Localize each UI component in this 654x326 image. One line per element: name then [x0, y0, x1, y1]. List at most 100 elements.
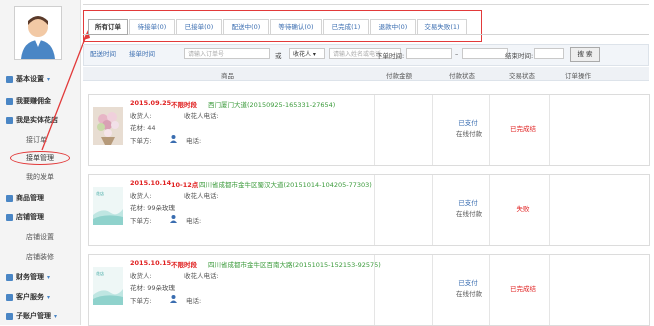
chevron-down-icon: ▾ [47, 293, 51, 301]
filter-bar: 配送时间 接单时间 请输入订单号 或 收花人 ▾ 请输入姓名或电话 下单时间: … [83, 44, 649, 66]
pay-method: 在线付款 [456, 290, 482, 298]
chevron-down-icon: ▾ [47, 75, 51, 83]
divider [374, 255, 375, 325]
receiver-phone-label: 收花人电话: [184, 272, 219, 280]
nav-group-finance[interactable]: 财务管理 ▾ [6, 272, 50, 282]
receiver-label: 收货人: [130, 112, 152, 120]
nav-group-commission[interactable]: 我要赚佣金 [6, 96, 51, 106]
nav-group-sub-accounts[interactable]: 子账户管理 ▾ [6, 311, 57, 321]
order-date: 2015.10.14 [130, 179, 172, 187]
finance-icon [6, 273, 13, 281]
divider [549, 175, 550, 245]
chevron-down-icon: ▾ [54, 312, 58, 320]
nav-group-products[interactable]: 商品管理 [6, 193, 44, 203]
shop-icon [6, 116, 13, 124]
order-time-slot: 不限时段 [171, 261, 197, 269]
divider [432, 95, 433, 165]
svg-text:花店: 花店 [96, 270, 104, 276]
col-trade-status: 交易状态 [509, 72, 535, 80]
sidebar-item-order-management[interactable]: 接单管理 [10, 151, 70, 165]
order-time-slot: 10-12点 [171, 181, 199, 189]
users-icon [6, 312, 13, 320]
receiver-phone-label: 收花人电话: [184, 112, 219, 120]
sidebar: 基本设置 ▾ 我要赚佣金 我是实体花店 接订单 接单管理 我的发单 商品管理 店铺… [0, 0, 81, 325]
orderer-label: 下单方: [130, 137, 152, 145]
sidebar-item-store-decor[interactable]: 店铺装修 [26, 252, 54, 262]
delivery-time-button[interactable]: 配送时间 [90, 48, 116, 60]
pay-method: 在线付款 [456, 210, 482, 218]
order-address[interactable]: 四川省成都市金牛区百南大路(20151015-152153-92575) [208, 259, 381, 269]
tab-completed[interactable]: 已完成(1) [323, 19, 369, 35]
col-actions: 订单操作 [565, 72, 591, 80]
order-time-button[interactable]: 接单时间 [129, 48, 155, 60]
phone-label: 电话: [186, 137, 202, 145]
nav-group-customer-service[interactable]: 客户服务 ▾ [6, 292, 50, 302]
tab-refunding[interactable]: 退款中(0) [370, 19, 416, 35]
pay-status[interactable]: 已支付 [453, 117, 483, 127]
product-image[interactable] [93, 107, 123, 145]
divider [549, 255, 550, 325]
trade-status: 已完成结 [510, 285, 536, 293]
flower-material: 花材: 99朵玫瑰 [130, 204, 176, 212]
search-button[interactable]: 搜 索 [570, 47, 600, 62]
end-date-input[interactable] [462, 48, 508, 59]
product-icon [6, 194, 13, 202]
avatar[interactable] [14, 6, 62, 60]
tab-all-orders[interactable]: 所有订单 [88, 19, 128, 35]
col-pay-status: 付款状态 [449, 72, 475, 80]
product-placeholder-icon: 花店 [93, 267, 123, 305]
support-icon [6, 293, 13, 301]
person-icon [170, 215, 177, 223]
person-icon [170, 135, 177, 143]
tab-accepted[interactable]: 已接单(0) [176, 19, 222, 35]
start-date-input[interactable] [406, 48, 452, 59]
pay-status[interactable]: 已支付 [453, 197, 483, 207]
trade-status: 已完成结 [510, 125, 536, 133]
sidebar-item-take-order[interactable]: 接订单 [26, 135, 47, 145]
phone-label: 电话: [186, 297, 202, 305]
divider [432, 175, 433, 245]
start-date-label: 下单时间: [376, 52, 405, 60]
order-card: 花店 2015.10.15 不限时段 四川省成都市金牛区百南大路(2015101… [88, 254, 650, 326]
order-address[interactable]: 四川省成都市金牛区蜀汉大道(20151014-104205-77303) [199, 179, 372, 189]
divider [489, 95, 490, 165]
divider [432, 255, 433, 325]
order-date: 2015.10.15 [130, 259, 172, 267]
or-label: 或 [275, 52, 282, 60]
chevron-down-icon: ▾ [47, 273, 51, 281]
store-icon [6, 213, 13, 221]
product-image[interactable]: 花店 [93, 187, 123, 225]
sidebar-item-store-settings[interactable]: 店铺设置 [26, 232, 54, 242]
nav-group-basic[interactable]: 基本设置 ▾ [6, 74, 50, 84]
receiver-select[interactable]: 收花人 ▾ [289, 48, 325, 59]
product-image[interactable]: 花店 [93, 267, 123, 305]
divider [489, 255, 490, 325]
tab-pending[interactable]: 待接单(0) [129, 19, 175, 35]
top-border [83, 4, 649, 5]
order-card: 花店 2015.10.14 10-12点 四川省成都市金牛区蜀汉大道(20151… [88, 174, 650, 246]
nav-group-florist[interactable]: 我是实体花店 [6, 115, 58, 125]
receiver-label: 收货人: [130, 272, 152, 280]
tab-awaiting-confirm[interactable]: 等待确认(0) [270, 19, 322, 35]
order-time-slot: 不限时段 [171, 101, 197, 109]
tab-failed[interactable]: 交易失败(1) [417, 19, 467, 35]
order-address[interactable]: 西门厦门大道(20150925-165331-27654) [208, 99, 335, 109]
tab-delivering[interactable]: 配送中(0) [223, 19, 269, 35]
settings-icon [6, 75, 13, 83]
money-icon [6, 97, 13, 105]
col-amount: 付款金额 [386, 72, 412, 80]
order-date: 2015.09.25 [130, 99, 172, 107]
end-time-input[interactable] [534, 48, 564, 59]
orderer-label: 下单方: [130, 297, 152, 305]
col-product: 商品 [221, 72, 234, 80]
person-icon [170, 295, 177, 303]
order-number-input[interactable]: 请输入订单号 [184, 48, 270, 59]
sidebar-item-my-orders[interactable]: 我的发单 [26, 172, 54, 182]
pay-status[interactable]: 已支付 [453, 277, 483, 287]
divider [374, 175, 375, 245]
end-time-label: 结束时间: [505, 52, 534, 60]
divider [549, 95, 550, 165]
nav-group-store[interactable]: 店铺管理 [6, 212, 44, 222]
svg-text:花店: 花店 [96, 190, 104, 196]
receiver-phone-label: 收花人电话: [184, 192, 219, 200]
